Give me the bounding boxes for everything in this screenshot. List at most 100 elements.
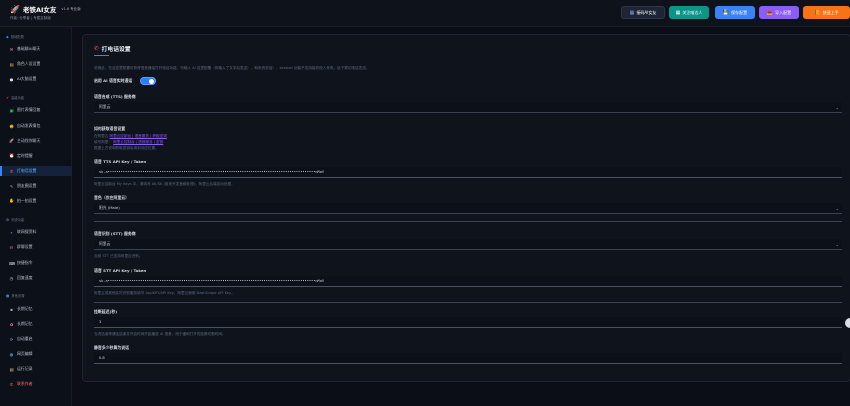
chevron-down-icon: ⌄	[835, 206, 839, 211]
phone-icon: ✆	[9, 168, 14, 174]
sidebar-item-label: 自动发表情包	[17, 123, 41, 128]
tts-key-input[interactable]	[94, 167, 842, 178]
grid-icon: ▦	[675, 9, 681, 16]
sidebar-item-label: 拍一拍设置	[17, 198, 37, 203]
guide-link-1[interactable]: 阿里云控制台 | 语音服务 | 获取密钥	[110, 134, 167, 138]
floating-button[interactable]	[845, 318, 850, 328]
stt-provider-select[interactable]: 阿里云 ⌄	[94, 239, 842, 250]
sidebar-item-label: 自动重启	[17, 336, 33, 341]
app-version: v1.6 专业版	[61, 6, 81, 11]
stt-hint: 当前 STT 已支持阿里云识别。	[94, 254, 143, 258]
sidebar-item-reply-speed[interactable]: ◷ 回复速度	[0, 273, 72, 283]
hangup-delay-input[interactable]	[94, 317, 842, 328]
silence-threshold-label: 静音多少秒算为说话	[94, 345, 130, 350]
panel-description: 说明此，在这这里配置可获得语音通话打开电话功能，可输入 AI 这里配置（你输入了…	[94, 66, 370, 70]
sidebar-item-long-memory[interactable]: ✿ 长期记忆	[0, 319, 72, 329]
sidebar-item-memory[interactable]: ▪ 长期记忆	[0, 304, 72, 314]
bubble-icon: ●	[9, 76, 14, 82]
sidebar-item-group-chat[interactable]: ☷ 群聊设置	[0, 242, 72, 252]
grid-button[interactable]: ▦ 接码AI女友	[621, 6, 665, 19]
sidebar-item-moments[interactable]: ✎ 朋友圈设置	[0, 181, 72, 191]
sidebar-item-label: 打电话设置	[17, 168, 37, 173]
sidebar-item-sticker[interactable]: ☻ 自动发表情包	[0, 121, 72, 131]
guide-line-3: 根据上方说明获取密钥后填到对应位置。	[94, 146, 159, 150]
section-title: 高级功能	[10, 96, 25, 100]
sidebar-item-ai-brain[interactable]: ● AI大脑设置	[0, 74, 72, 84]
save-config-button[interactable]: 💾 保存配置	[715, 6, 755, 19]
sidebar-item-pat[interactable]: ✋ 拍一拍设置	[0, 196, 72, 206]
follow-button[interactable]: ▦ 关注喵达人	[669, 6, 709, 19]
section-header: ◆ 基础配置	[6, 34, 24, 40]
app-title: 老铁AI女友	[22, 6, 57, 14]
tts-key-hint: 阿里云控制台 My Keys 中，请填写 AK/SK (用来开发音频处理)，阿里…	[94, 182, 235, 186]
tts-provider-value: 阿里云	[99, 104, 111, 109]
sidebar-item-run-log[interactable]: ▤ 运行记录	[0, 364, 72, 374]
hand-icon: ✋	[9, 198, 15, 203]
sidebar-item-chat[interactable]: ✉ 基础聊AI聊天	[0, 44, 72, 54]
silence-threshold-input[interactable]	[94, 353, 842, 364]
gear-icon: ⚙	[6, 217, 10, 222]
sidebar-item-reminder[interactable]: ⏰ 定时提醒	[0, 151, 72, 161]
quick-start-button[interactable]: 📙 快速上手	[803, 6, 850, 19]
section-title: 基础配置	[10, 35, 24, 39]
sidebar-item-shortcuts[interactable]: ⌨ 快捷指令	[0, 258, 72, 268]
enable-call-label: 启用 AI 语音实时通话	[94, 78, 133, 83]
import-icon: 📥	[766, 9, 774, 16]
sidebar-item-auto-restart[interactable]: ⟳ 自动重启	[0, 334, 72, 344]
section-header: ✔ 高级功能	[6, 95, 25, 101]
phone-icon: ✆	[94, 45, 99, 52]
sidebar-item-phone-call[interactable]: ✆ 打电话设置	[0, 166, 72, 176]
voice-select[interactable]: 阳光 (Male) ⌄	[94, 203, 842, 214]
clock-icon: ◷	[9, 275, 14, 281]
tts-key-label: 语音 TTS API Key / Token	[94, 159, 147, 164]
guide-line-1: 在阿里云 阿里云控制台 | 语音服务 | 获取密钥	[94, 134, 167, 139]
sidebar-item-label: 定时提醒	[17, 153, 33, 158]
sidebar-item-proactive[interactable]: 🚀 主动找你聊天	[0, 136, 72, 146]
section-header: ▦ 其他设置	[6, 293, 25, 299]
doc-icon: ▤	[9, 61, 14, 67]
app-subtitle: 作者: 分享者 | 专属定制版	[10, 16, 51, 20]
grid-icon: ▦	[629, 9, 635, 16]
divider	[94, 302, 842, 303]
pencil-icon: ✎	[9, 183, 14, 189]
stt-provider-label: 语音识别 (STT) 服务商	[94, 231, 136, 236]
sidebar-item-contact-author[interactable]: ✆ 联系作者	[0, 379, 72, 389]
sidebar-item-label: 群聊设置	[17, 244, 33, 249]
phone-settings-panel: ✆ 打电话设置 说明此，在这这里配置可获得语音通话打开电话功能，可输入 AI 这…	[82, 34, 850, 382]
top-bar: 🚀 老铁AI女友 v1.6 专业版 作者: 分享者 | 专属定制版 ▦ 接码AI…	[0, 0, 850, 27]
sidebar-item-web-search[interactable]: ⌕ 联网搜资料	[0, 227, 72, 237]
rocket-icon: 🚀	[9, 138, 15, 143]
disk-icon: ▪	[10, 306, 13, 312]
button-label: 快速上手	[822, 9, 839, 15]
section-title: 系统功能	[11, 218, 25, 222]
chat-icon: ✉	[9, 46, 14, 52]
sidebar-item-image-reply[interactable]: ▣ 图片表情回复	[0, 105, 72, 115]
stt-key-input[interactable]	[94, 276, 842, 287]
search-icon: ⌕	[10, 229, 13, 235]
sidebar-item-label: 运行记录	[17, 366, 33, 371]
diamond-icon: ◆	[6, 34, 9, 39]
import-config-button[interactable]: 📥 导入配置	[759, 6, 799, 19]
guide-link-2[interactable]: 阿里云控制台 | 语音服务 | 密钥	[113, 140, 163, 144]
brain-icon: ✿	[9, 321, 14, 327]
sidebar-item-persona[interactable]: ▤ 角色人设设置	[0, 59, 72, 69]
rocket-icon: 🚀	[10, 4, 20, 14]
sidebar-item-label: 图片表情回复	[17, 107, 41, 112]
tts-provider-select[interactable]: 阿里云 ⌄	[94, 102, 842, 113]
sidebar-item-web-edit[interactable]: ◍ 网页编辑	[0, 349, 72, 359]
enable-call-toggle[interactable]	[140, 77, 156, 85]
section-header: ⚙ 系统功能	[6, 217, 25, 223]
sidebar-item-label: 朋友圈设置	[17, 183, 37, 188]
brand: 🚀 老铁AI女友 v1.6 专业版 作者: 分享者 | 专属定制版	[10, 4, 81, 21]
panel-title-text: 打电话设置	[101, 47, 131, 53]
hangup-delay-label: 挂断延迟(秒)	[94, 309, 118, 314]
voice-label: 音色（仅在阿里云）	[94, 195, 130, 200]
smile-icon: ☻	[9, 123, 14, 129]
guide-line-2: 填写阿里： 阿里云控制台 | 语音服务 | 密钥	[94, 140, 163, 145]
image-icon: ▣	[9, 107, 14, 113]
guide-title: 如何获取语音设置	[94, 126, 126, 131]
check-icon: ✔	[6, 95, 9, 100]
chevron-down-icon: ⌄	[835, 105, 839, 110]
sidebar-item-label: 快捷指令	[17, 260, 33, 265]
section-title: 其他设置	[11, 294, 25, 298]
